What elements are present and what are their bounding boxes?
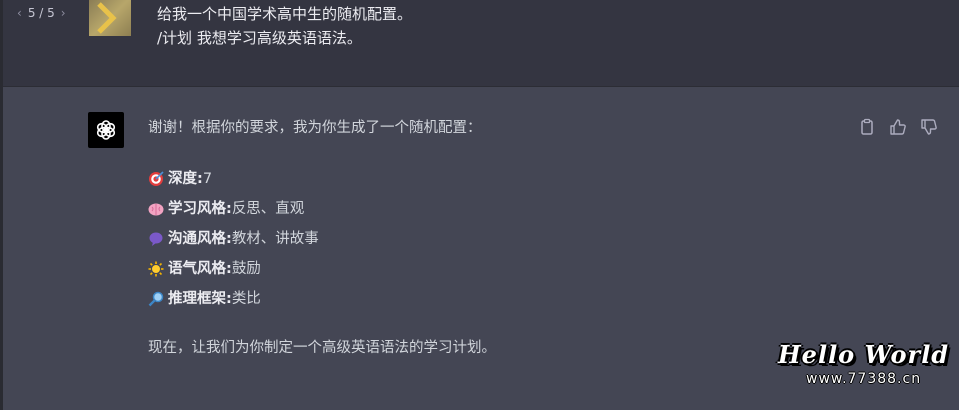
config-value: 教材、讲故事: [231, 231, 319, 247]
copy-icon[interactable]: [858, 118, 876, 136]
pager-next-button[interactable]: ›: [61, 6, 66, 20]
config-value: 鼓励: [231, 261, 261, 277]
magnifier-icon: [148, 291, 164, 307]
watermark: Hello World www.77388.cn: [778, 340, 949, 388]
config-value: 反思、直观: [231, 201, 305, 217]
openai-logo-icon: [96, 120, 116, 140]
message-actions: [858, 118, 938, 136]
config-item: 沟通风格: 教材、讲故事: [148, 224, 798, 254]
config-key: 学习风格:: [168, 201, 232, 217]
config-item: 语气风格: 鼓励: [148, 254, 798, 284]
brain-icon: [148, 203, 164, 216]
assistant-avatar: [88, 112, 124, 148]
chevron-logo-icon: [97, 2, 117, 34]
thumbs-up-icon[interactable]: [889, 118, 907, 136]
config-value: 类比: [231, 291, 261, 307]
config-item: 学习风格: 反思、直观: [148, 194, 798, 224]
config-key: 推理框架:: [168, 291, 232, 307]
config-key: 深度:: [168, 171, 203, 187]
sun-icon: [148, 261, 164, 277]
pager-text: 5 / 5: [27, 6, 55, 20]
thumbs-down-icon[interactable]: [920, 118, 938, 136]
user-message: ‹ 5 / 5 › 给我一个中国学术高中生的随机配置。 /计划 我想学习高级英语…: [3, 0, 959, 87]
config-key: 语气风格:: [168, 261, 232, 277]
target-icon: [149, 171, 164, 186]
assistant-outro: 现在，让我们为你制定一个高级英语语法的学习计划。: [148, 340, 496, 356]
pager-prev-button[interactable]: ‹: [17, 6, 22, 20]
user-line: /计划 我想学习高级英语语法。: [157, 29, 362, 47]
config-key: 沟通风格:: [168, 231, 232, 247]
user-avatar: [89, 0, 131, 36]
watermark-url: www.77388.cn: [806, 371, 922, 387]
watermark-title: Hello World: [778, 340, 950, 369]
assistant-intro: 谢谢！根据你的要求，我为你生成了一个随机配置：: [148, 120, 482, 136]
message-pager: ‹ 5 / 5 ›: [17, 6, 66, 20]
speech-bubble-icon: [149, 232, 163, 246]
assistant-message-text: 谢谢！根据你的要求，我为你生成了一个随机配置： 深度: 7 学习风格: 反思、直…: [148, 116, 798, 360]
user-line: 给我一个中国学术高中生的随机配置。: [157, 5, 413, 23]
user-message-text: 给我一个中国学术高中生的随机配置。 /计划 我想学习高级英语语法。: [157, 2, 412, 50]
config-value: 7: [202, 171, 213, 187]
config-item: 深度: 7: [148, 164, 798, 194]
config-item: 推理框架: 类比: [148, 284, 798, 314]
